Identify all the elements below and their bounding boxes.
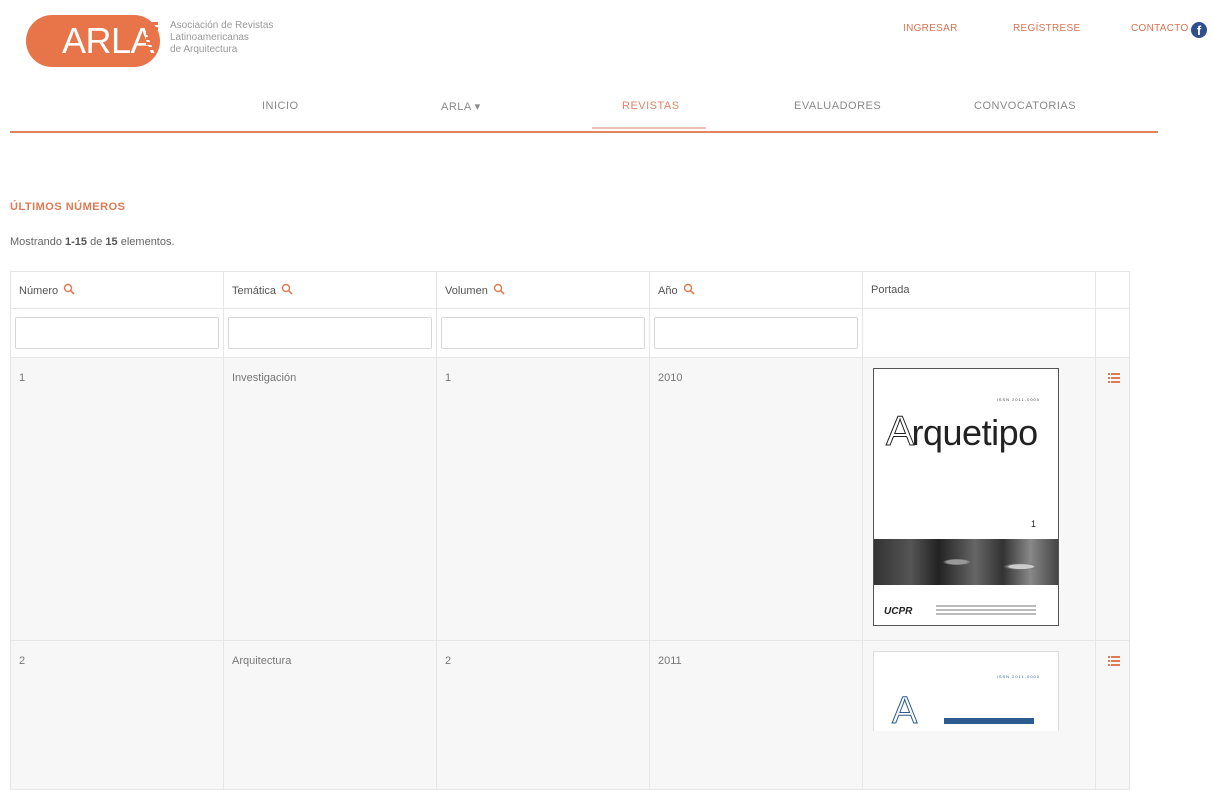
nav-divider (10, 131, 1158, 133)
issues-table: Número Temática Volumen Año Portada 1 In… (10, 271, 1130, 790)
cover-image[interactable]: ISSN 2011-0000 A (873, 651, 1059, 731)
logo-subtitle: Asociación de Revistas Latinoamericanas … (170, 20, 274, 55)
column-header-tematica[interactable]: Temática (223, 271, 437, 309)
column-header-anio[interactable]: Año (649, 271, 863, 309)
cell-volumen: 1 (436, 357, 650, 641)
nav-arla-dropdown[interactable]: ARLA ▾ (441, 100, 481, 113)
cell-tematica: Arquitectura (223, 640, 437, 790)
facebook-icon[interactable]: f (1191, 22, 1207, 38)
cover-issue-number: 1 (1030, 519, 1036, 529)
logo-stripes (146, 22, 158, 52)
search-icon[interactable] (63, 283, 75, 295)
column-header-volumen[interactable]: Volumen (436, 271, 650, 309)
logo[interactable]: ARLA (26, 15, 160, 67)
cell-anio: 2010 (649, 357, 863, 641)
cell-volumen: 2 (436, 640, 650, 790)
register-link[interactable]: REGÍSTRESE (1013, 23, 1080, 34)
nav-inicio[interactable]: INICIO (262, 100, 299, 112)
cover-publisher-logo: UCPR (884, 606, 913, 617)
contact-link[interactable]: CONTACTO (1131, 23, 1189, 34)
cell-numero: 2 (10, 640, 224, 790)
nav-evaluadores[interactable]: EVALUADORES (794, 100, 881, 112)
column-header-numero[interactable]: Número (10, 271, 224, 309)
cover-image[interactable]: ISSN 2011-0000 Arquetipo 1 UCPR (873, 368, 1059, 626)
filter-numero-input[interactable] (15, 317, 219, 349)
cover-header-text: ISSN 2011-0000 (996, 674, 1040, 679)
search-icon[interactable] (683, 283, 695, 295)
login-link[interactable]: INGRESAR (903, 23, 958, 34)
cover-header-text: ISSN 2011-0000 (996, 397, 1040, 402)
cover-title-bar (944, 718, 1034, 724)
cell-numero: 1 (10, 357, 224, 641)
cell-portada: ISSN 2011-0000 Arquetipo 1 UCPR (862, 357, 1096, 641)
cell-portada: ISSN 2011-0000 A (862, 640, 1096, 790)
column-header-portada: Portada (862, 271, 1096, 309)
nav-active-indicator (592, 127, 706, 129)
cell-actions (1095, 357, 1130, 641)
filter-anio-input[interactable] (654, 317, 858, 349)
table-row: 1 Investigación 1 2010 ISSN 2011-0000 Ar… (10, 357, 1130, 641)
column-header-actions (1095, 271, 1130, 309)
cover-publisher-text (936, 603, 1036, 615)
cell-actions (1095, 640, 1130, 790)
nav-convocatorias[interactable]: CONVOCATORIAS (974, 100, 1076, 112)
list-icon[interactable] (1108, 655, 1120, 667)
logo-text: ARLA (62, 20, 155, 61)
section-title: ÚLTIMOS NÚMEROS (10, 201, 126, 213)
cover-title: Arquetipo (886, 407, 1039, 455)
search-icon[interactable] (493, 283, 505, 295)
cell-anio: 2011 (649, 640, 863, 790)
filter-volumen-input[interactable] (441, 317, 645, 349)
search-icon[interactable] (281, 283, 293, 295)
cover-photo (874, 539, 1058, 585)
cover-title-initial: A (891, 690, 918, 732)
table-row: 2 Arquitectura 2 2011 ISSN 2011-0000 A (10, 640, 1130, 790)
results-summary: Mostrando 1-15 de 15 elementos. (10, 236, 175, 248)
nav-revistas[interactable]: REVISTAS (622, 100, 680, 112)
filter-tematica-input[interactable] (228, 317, 432, 349)
list-icon[interactable] (1108, 372, 1120, 384)
cell-tematica: Investigación (223, 357, 437, 641)
